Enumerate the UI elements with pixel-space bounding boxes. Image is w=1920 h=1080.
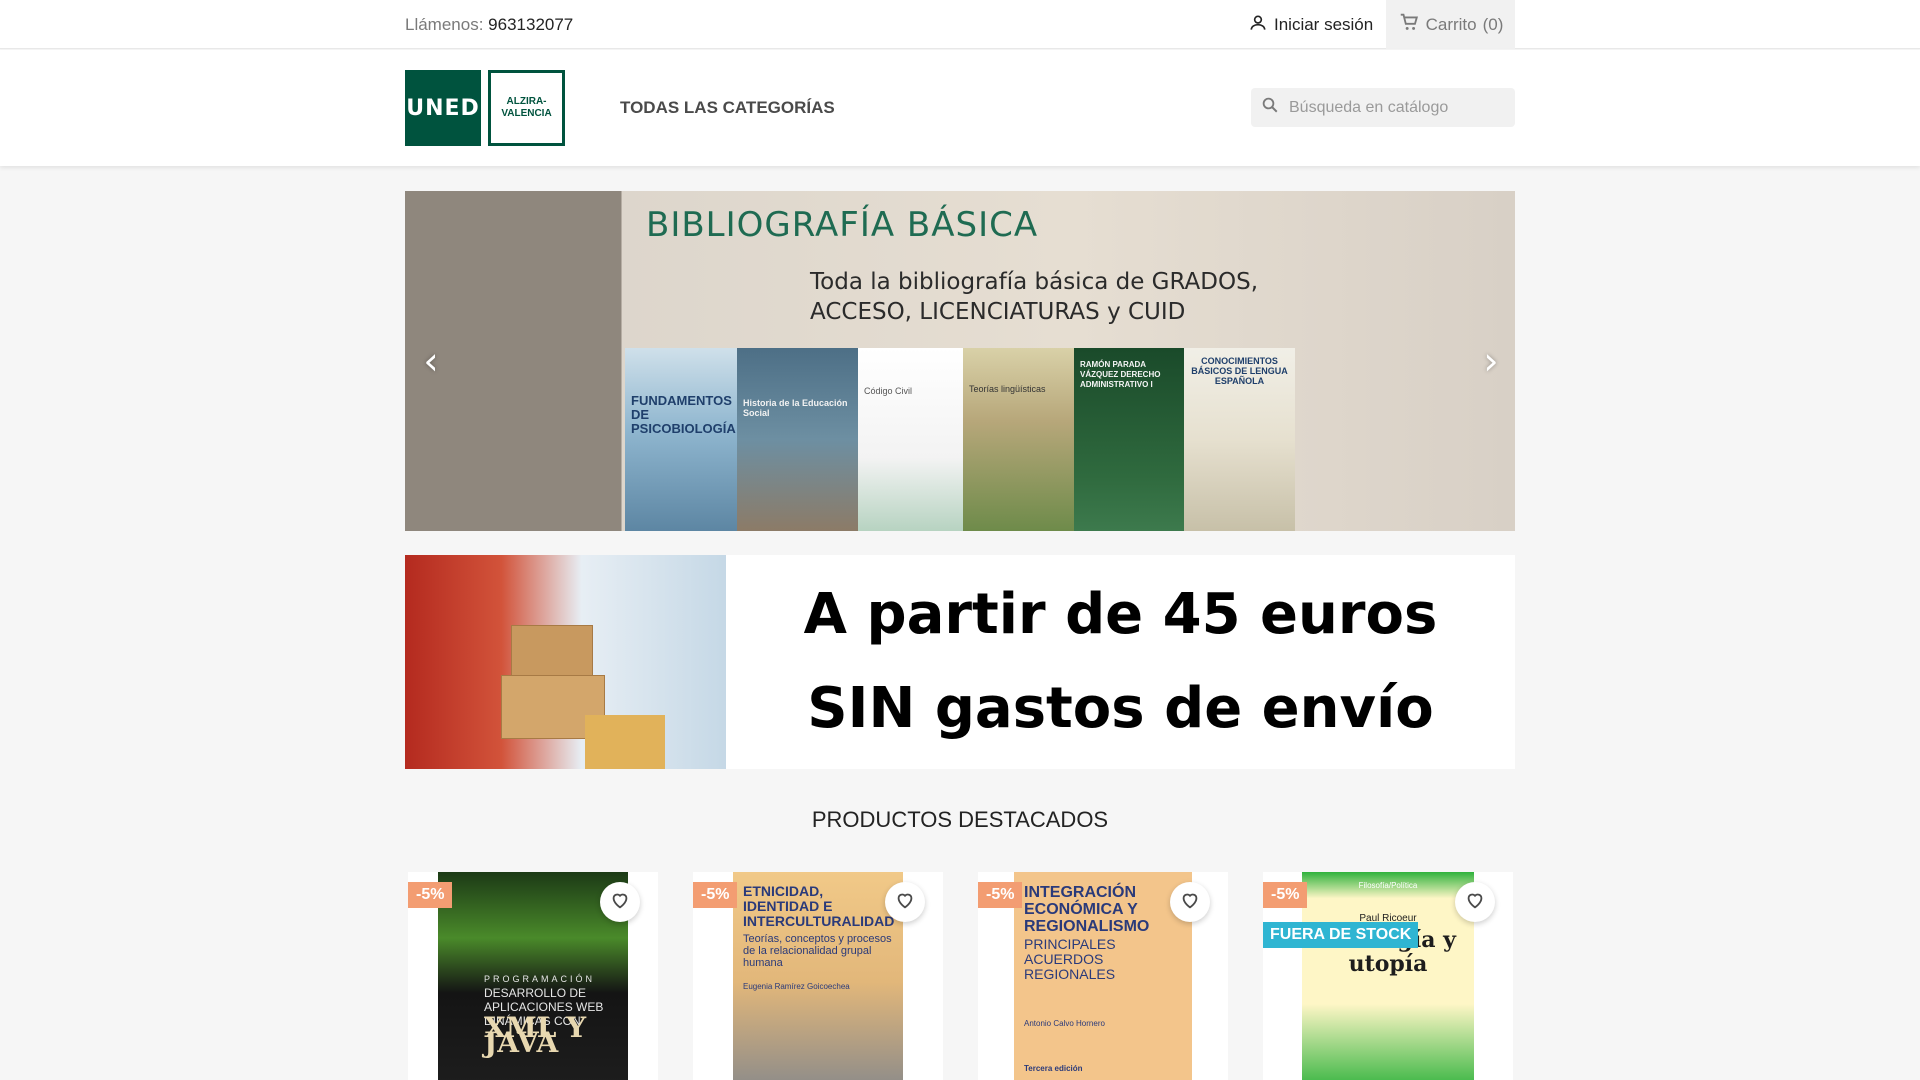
promo-line2: SIN gastos de envío <box>807 676 1434 741</box>
search-input[interactable] <box>1289 98 1489 117</box>
slide-subtitle-line1: Toda la bibliografía básica de GRADOS, <box>810 269 1259 295</box>
book-cover: FUNDAMENTOS DE PSICOBIOLOGÍA <box>625 348 737 531</box>
discount-badge: -5% <box>978 882 1023 908</box>
top-bar: Llámenos: 963132077 Iniciar sesión Carri… <box>0 0 1920 49</box>
signin-link[interactable]: Iniciar sesión <box>1248 12 1373 38</box>
book-cover: CONOCIMIENTOS BÁSICOS DE LENGUA ESPAÑOLA <box>1184 348 1295 531</box>
cover-kicker: Filosofía/Política <box>1358 881 1418 890</box>
book-cover: Teorías lingüísticas <box>963 348 1074 531</box>
cart-button[interactable]: Carrito (0) <box>1386 0 1515 49</box>
search-box[interactable] <box>1251 88 1515 127</box>
phone-number[interactable]: 963132077 <box>488 15 573 34</box>
cover-title: ETNICIDAD, IDENTIDAD E INTERCULTURALIDAD <box>743 883 895 929</box>
center-logo-line1: ALZIRA- <box>506 96 547 107</box>
cart-label: Carrito <box>1425 14 1477 34</box>
slide-title: BIBLIOGRAFÍA BÁSICA <box>646 205 1039 245</box>
cover-big-title: XML Y JAVA <box>484 1011 587 1059</box>
site-header: UNED ALZIRA- VALENCIA TODAS LAS CATEGORÍ… <box>0 50 1920 166</box>
cover-author: Eugenia Ramírez Goicoechea <box>743 982 850 991</box>
cover-subtitle: Teorías, conceptos y procesos de la rela… <box>743 933 892 969</box>
product-card[interactable]: PROGRAMACIÓN DESARROLLO DE APLICACIONES … <box>408 872 658 1080</box>
product-card[interactable]: Filosofía/Política Paul Ricoeur Ideologí… <box>1263 872 1513 1080</box>
discount-badge: -5% <box>693 882 738 908</box>
discount-badge: -5% <box>408 882 453 908</box>
package-box <box>585 715 665 769</box>
wishlist-button[interactable] <box>1170 882 1210 922</box>
heart-icon <box>1464 889 1486 916</box>
hero-slider[interactable]: BIBLIOGRAFÍA BÁSICA Toda la bibliografía… <box>405 191 1515 531</box>
out-of-stock-badge: FUERA DE STOCK <box>1263 922 1419 948</box>
book-cover: Código Civil <box>858 348 963 531</box>
contact-phone: Llámenos: 963132077 <box>405 15 573 35</box>
product-cover[interactable]: Filosofía/Política Paul Ricoeur Ideologí… <box>1302 872 1474 1080</box>
slide-subtitle-line2: ACCESO, LICENCIATURAS y CUID <box>810 299 1186 325</box>
book-cover: Historia de la Educación Social <box>737 348 858 531</box>
heart-icon <box>894 889 916 916</box>
heart-icon <box>609 889 631 916</box>
package-box <box>511 625 593 679</box>
book-cover-title: RAMÓN PARADA VÁZQUEZ DERECHO ADMINISTRAT… <box>1080 360 1161 389</box>
signin-label: Iniciar sesión <box>1274 15 1374 34</box>
cart-icon <box>1398 11 1420 38</box>
book-cover: RAMÓN PARADA VÁZQUEZ DERECHO ADMINISTRAT… <box>1074 348 1184 531</box>
heart-icon <box>1179 889 1201 916</box>
chevron-right-icon: › <box>1483 339 1499 383</box>
wishlist-button[interactable] <box>600 882 640 922</box>
book-cover-title: Historia de la Educación Social <box>743 398 848 418</box>
uned-logo[interactable]: UNED <box>405 70 481 146</box>
slider-prev-button[interactable]: ‹ <box>411 333 451 389</box>
cover-subtitle: PRINCIPALES ACUERDOS REGIONALES <box>1024 936 1116 982</box>
product-card[interactable]: ETNICIDAD, IDENTIDAD E INTERCULTURALIDAD… <box>693 872 943 1080</box>
wishlist-button[interactable] <box>1455 882 1495 922</box>
cover-author: Antonio Calvo Hornero <box>1024 1019 1105 1028</box>
user-icon <box>1248 13 1268 38</box>
delivery-photo <box>405 555 726 769</box>
nav-all-categories[interactable]: TODAS LAS CATEGORÍAS <box>620 98 835 118</box>
cart-count: (0) <box>1482 14 1504 34</box>
center-logo-line2: VALENCIA <box>501 108 552 119</box>
slider-next-button[interactable]: › <box>1471 333 1511 389</box>
wishlist-button[interactable] <box>885 882 925 922</box>
search-icon <box>1261 96 1279 119</box>
book-covers-row: FUNDAMENTOS DE PSICOBIOLOGÍA Historia de… <box>625 348 1300 531</box>
cover-title: INTEGRACIÓN ECONÓMICA Y REGIONALISMO <box>1024 884 1150 935</box>
slide-subtitle: Toda la bibliografía básica de GRADOS, A… <box>810 267 1330 327</box>
chevron-left-icon: ‹ <box>423 339 439 383</box>
promo-line1: A partir de 45 euros <box>803 582 1438 647</box>
center-logo[interactable]: ALZIRA- VALENCIA <box>488 70 565 146</box>
book-cover-title: FUNDAMENTOS DE PSICOBIOLOGÍA <box>631 393 736 436</box>
promo-text: A partir de 45 euros SIN gastos de envío <box>726 555 1515 769</box>
product-cover[interactable]: ETNICIDAD, IDENTIDAD E INTERCULTURALIDAD… <box>733 872 903 1080</box>
discount-badge: -5% <box>1263 882 1308 908</box>
call-label: Llámenos: <box>405 15 484 34</box>
featured-products-title: PRODUCTOS DESTACADOS <box>811 807 1109 832</box>
book-cover-title: Teorías lingüísticas <box>969 384 1046 394</box>
product-cover[interactable]: INTEGRACIÓN ECONÓMICA Y REGIONALISMO PRI… <box>1014 872 1192 1080</box>
book-cover-title: Código Civil <box>864 386 913 396</box>
cover-edition: Tercera edición <box>1024 1064 1083 1073</box>
logo-text: UNED <box>406 95 480 121</box>
shipping-promo-banner[interactable]: A partir de 45 euros SIN gastos de envío <box>405 555 1515 769</box>
book-cover-title: CONOCIMIENTOS BÁSICOS DE LENGUA ESPAÑOLA <box>1191 356 1288 386</box>
product-card[interactable]: INTEGRACIÓN ECONÓMICA Y REGIONALISMO PRI… <box>978 872 1228 1080</box>
cover-series: PROGRAMACIÓN <box>484 974 596 984</box>
